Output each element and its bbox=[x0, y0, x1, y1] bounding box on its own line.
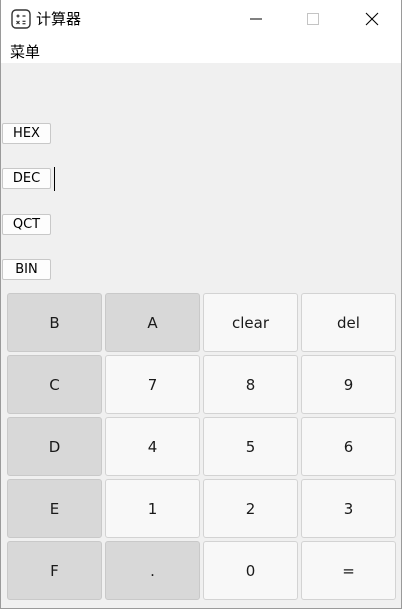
key-equals[interactable]: = bbox=[301, 541, 396, 600]
key-d[interactable]: D bbox=[7, 417, 102, 476]
window-title: 计算器 bbox=[36, 10, 82, 28]
title-bar[interactable]: 计算器 bbox=[1, 0, 401, 38]
maximize-button[interactable] bbox=[290, 0, 336, 38]
text-cursor bbox=[54, 167, 55, 191]
key-a[interactable]: A bbox=[105, 293, 200, 352]
calculator-window: 计算器 菜单 HEX DEC QCT BIN B A clear del C 7… bbox=[0, 0, 402, 609]
calculator-app-icon bbox=[11, 9, 31, 29]
key-9[interactable]: 9 bbox=[301, 355, 396, 414]
key-2[interactable]: 2 bbox=[203, 479, 298, 538]
key-clear[interactable]: clear bbox=[203, 293, 298, 352]
key-7[interactable]: 7 bbox=[105, 355, 200, 414]
key-c[interactable]: C bbox=[7, 355, 102, 414]
menu-item-main[interactable]: 菜单 bbox=[10, 42, 40, 62]
menu-bar: 菜单 bbox=[1, 38, 401, 63]
key-6[interactable]: 6 bbox=[301, 417, 396, 476]
hex-button[interactable]: HEX bbox=[2, 123, 51, 144]
key-8[interactable]: 8 bbox=[203, 355, 298, 414]
key-4[interactable]: 4 bbox=[105, 417, 200, 476]
key-del[interactable]: del bbox=[301, 293, 396, 352]
key-1[interactable]: 1 bbox=[105, 479, 200, 538]
oct-button[interactable]: QCT bbox=[2, 214, 51, 235]
key-3[interactable]: 3 bbox=[301, 479, 396, 538]
dec-button[interactable]: DEC bbox=[2, 168, 51, 189]
minimize-icon bbox=[250, 18, 262, 20]
key-0[interactable]: 0 bbox=[203, 541, 298, 600]
key-f[interactable]: F bbox=[7, 541, 102, 600]
minimize-button[interactable] bbox=[233, 0, 279, 38]
bin-button[interactable]: BIN bbox=[2, 259, 51, 280]
key-point[interactable]: . bbox=[105, 541, 200, 600]
close-button[interactable] bbox=[349, 0, 395, 38]
maximize-icon bbox=[307, 13, 319, 25]
key-5[interactable]: 5 bbox=[203, 417, 298, 476]
key-b[interactable]: B bbox=[7, 293, 102, 352]
close-icon bbox=[365, 12, 379, 26]
key-e[interactable]: E bbox=[7, 479, 102, 538]
